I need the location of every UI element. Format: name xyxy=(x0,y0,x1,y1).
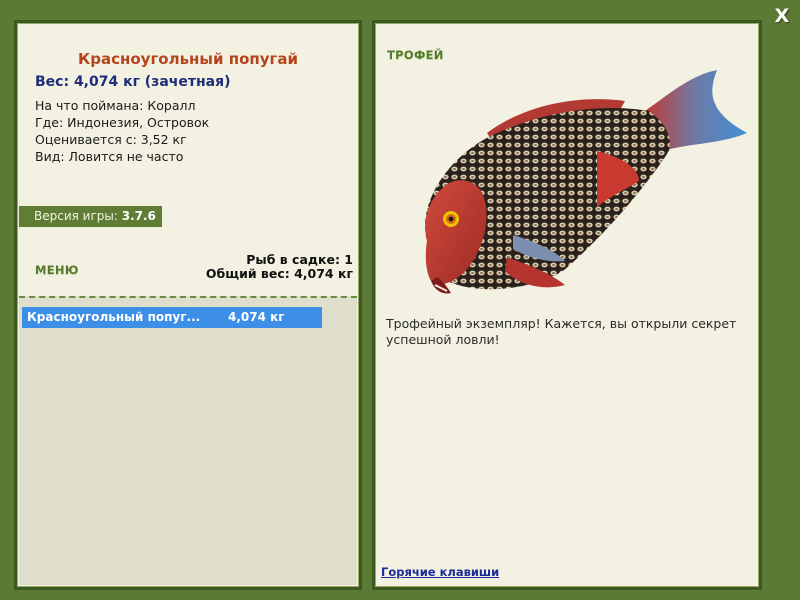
menu-button[interactable]: МЕНЮ xyxy=(35,263,79,277)
version-value: 3.7.6 xyxy=(121,209,156,223)
trophy-description: Трофейный экземпляр! Кажется, вы открыли… xyxy=(386,316,737,347)
keep-net-stats: Рыб в садке: 1 Общий вес: 4,074 кг xyxy=(206,253,353,281)
trophy-label: ТРОФЕЙ xyxy=(387,48,444,62)
keep-total-weight: Общий вес: 4,074 кг xyxy=(205,266,353,281)
detail-trophy-threshold: Оценивается с: 3,52 кг xyxy=(35,132,187,147)
catch-item-weight: 4,074 кг xyxy=(228,310,285,324)
detail-rarity: Вид: Ловится не часто xyxy=(35,149,184,164)
trophy-panel: ТРОФЕЙ Трофейный экземпляр! Кажется, вы … xyxy=(372,20,762,590)
catch-item-name: Красноугольный попуг... xyxy=(27,310,201,324)
version-label: Версия игры: xyxy=(34,209,118,223)
keep-count: Рыб в садке: 1 xyxy=(246,252,353,267)
detail-location: Где: Индонезия, Островок xyxy=(35,115,210,130)
close-button[interactable]: X xyxy=(768,4,796,28)
fish-info-panel: Красноугольный попугай Вес: 4,074 кг (за… xyxy=(14,20,362,590)
detail-bait: На что поймана: Коралл xyxy=(35,98,196,113)
fish-details-list: На что поймана: Коралл Где: Индонезия, О… xyxy=(35,97,209,165)
catch-list-item[interactable]: Красноугольный попуг... 4,074 кг xyxy=(22,307,322,328)
parrotfish-image xyxy=(425,70,747,294)
catch-list: Красноугольный попуг... 4,074 кг xyxy=(19,296,357,585)
fish-weight: Вес: 4,074 кг (зачетная) xyxy=(35,74,231,90)
fish-name-title: Красноугольный попугай xyxy=(77,50,298,68)
game-version-bar: Версия игры: 3.7.6 xyxy=(19,206,162,227)
hotkeys-link[interactable]: Горячие клавиши xyxy=(381,565,499,579)
